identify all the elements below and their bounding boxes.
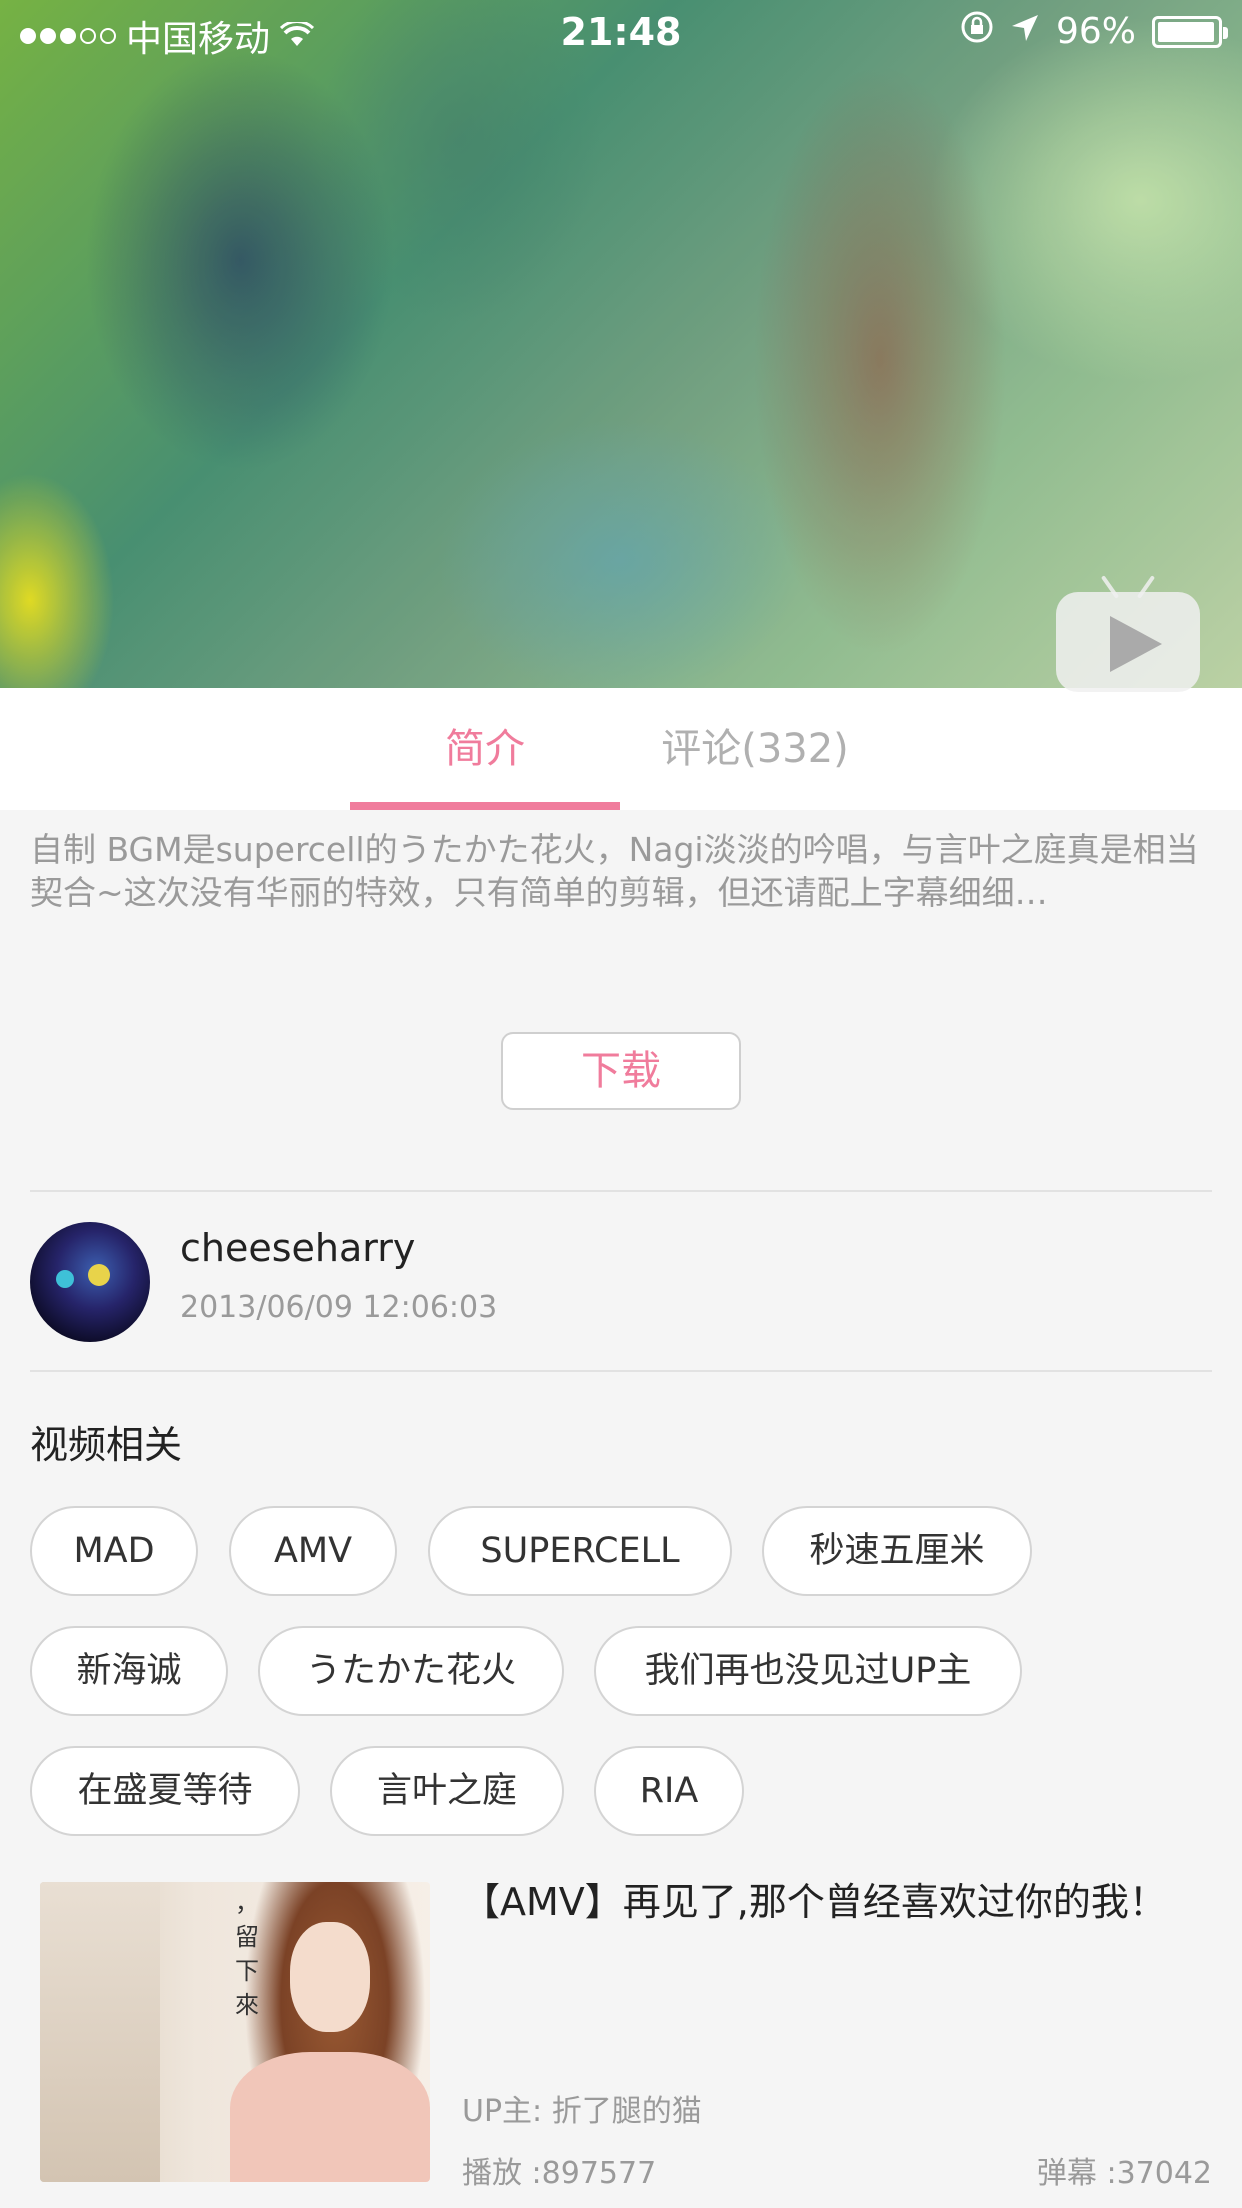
- tab-bar: 简介 评论(332): [0, 688, 1242, 810]
- play-button[interactable]: [1056, 575, 1200, 692]
- status-right: 96%: [960, 10, 1228, 53]
- thumb-figure-face: [290, 1922, 370, 2032]
- tab-intro[interactable]: 简介: [350, 688, 620, 810]
- avatar-eye: [56, 1270, 74, 1288]
- divider: [30, 1370, 1212, 1372]
- related-video-plays: 播放 :897577: [462, 2156, 657, 2191]
- tag-chip[interactable]: 在盛夏等待: [30, 1746, 300, 1836]
- tag-chip[interactable]: AMV: [229, 1506, 397, 1596]
- tag-chip[interactable]: 言叶之庭: [330, 1746, 564, 1836]
- tag-chip[interactable]: 秒速五厘米: [762, 1506, 1032, 1596]
- related-video-danmu: 弹幕 :37042: [1036, 2156, 1212, 2191]
- tv-play-icon: [1110, 616, 1162, 672]
- related-video-thumbnail[interactable]: ，留下來: [40, 1882, 430, 2182]
- tag-chip[interactable]: RIA: [594, 1746, 744, 1836]
- related-section-title: 视频相关: [30, 1423, 183, 1467]
- related-video-uploader: UP主: 折了腿的猫: [462, 2094, 702, 2129]
- rotation-lock-icon: [960, 10, 994, 53]
- upload-time: 2013/06/09 12:06:03: [180, 1290, 498, 1325]
- tag-chip[interactable]: MAD: [30, 1506, 198, 1596]
- tab-comments[interactable]: 评论(332): [620, 688, 890, 810]
- related-video-title[interactable]: 【AMV】再见了,那个曾经喜欢过你的我！: [462, 1876, 1222, 1928]
- divider: [30, 1190, 1212, 1192]
- battery-percent: 96%: [1055, 11, 1136, 52]
- active-tab-indicator: [350, 802, 620, 810]
- tag-chip[interactable]: 新海诚: [30, 1626, 228, 1716]
- video-cover[interactable]: [0, 0, 1242, 688]
- location-arrow-icon: [1010, 11, 1040, 52]
- video-description[interactable]: 自制 BGM是supercell的うたかた花火，Nagi淡淡的吟唱，与言叶之庭真…: [30, 828, 1215, 914]
- thumb-figure-body: [230, 2052, 430, 2182]
- status-bar: 中国移动 21:48 96%: [0, 0, 1242, 62]
- avatar-eye: [88, 1264, 110, 1286]
- avatar[interactable]: [30, 1222, 150, 1342]
- download-button[interactable]: 下载: [501, 1032, 741, 1110]
- thumb-figure-coat: [40, 1882, 160, 2182]
- tag-chip[interactable]: うたかた花火: [258, 1626, 564, 1716]
- battery-icon: [1152, 15, 1228, 48]
- thumb-caption: ，留下來: [235, 1889, 259, 2019]
- tag-chip[interactable]: 我们再也没见过UP主: [594, 1626, 1022, 1716]
- uploader-name[interactable]: cheeseharry: [180, 1226, 415, 1270]
- tag-chip[interactable]: SUPERCELL: [428, 1506, 732, 1596]
